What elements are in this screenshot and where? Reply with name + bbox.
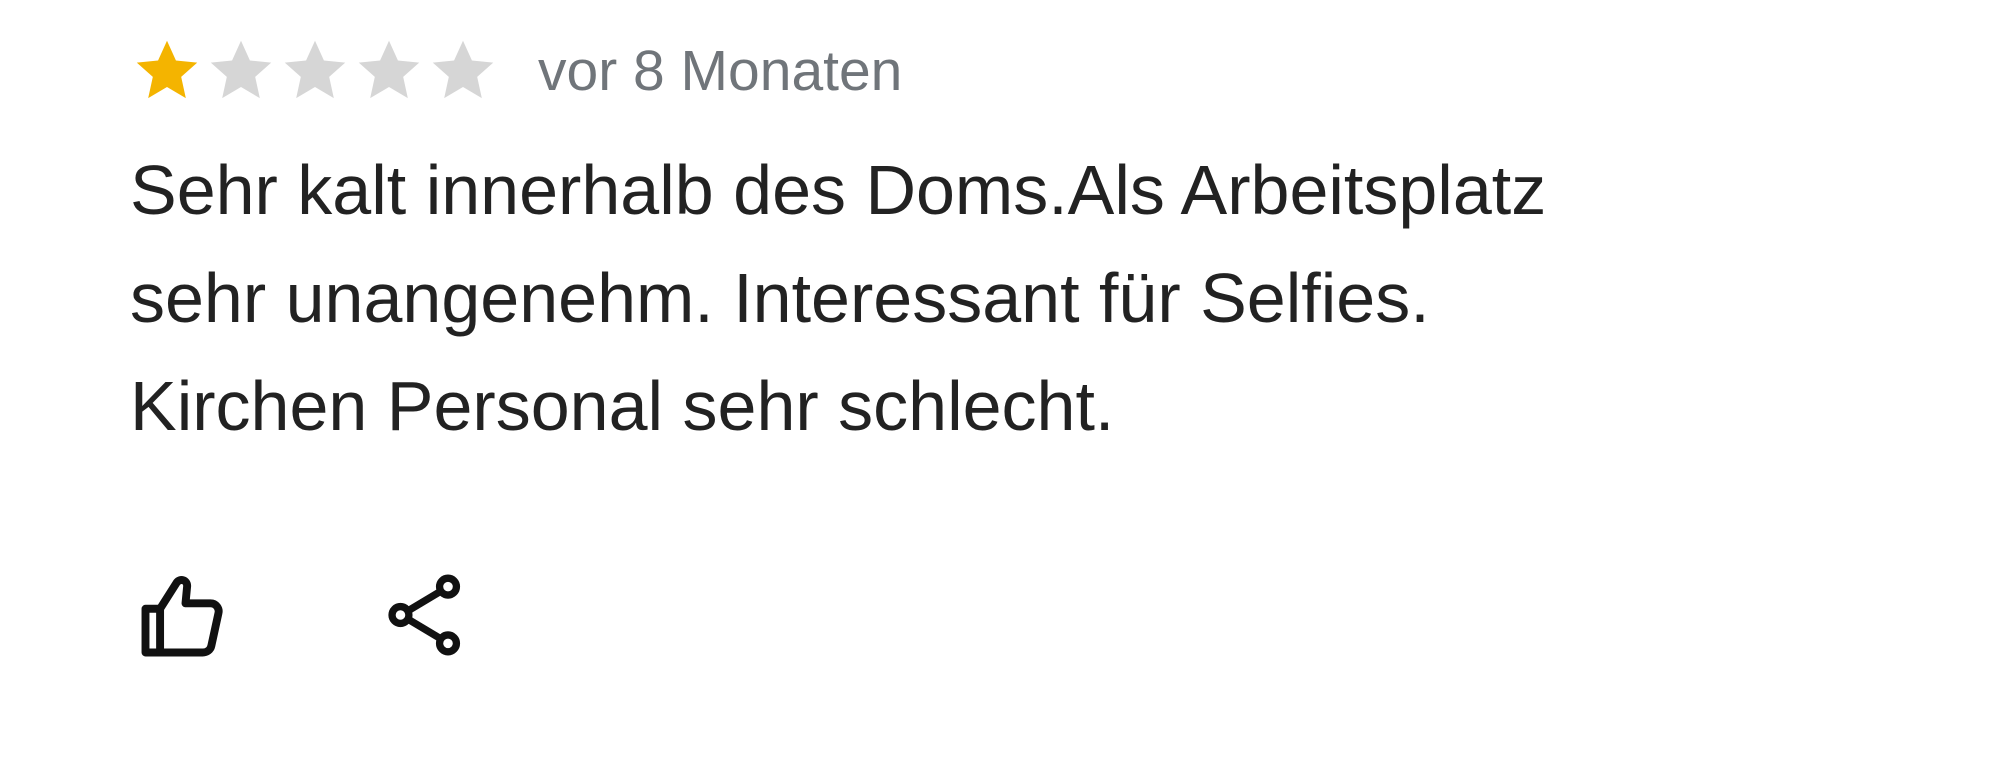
review-text-line: sehr unangenehm. Interessant für Selfies…	[130, 259, 1430, 337]
review-text: Sehr kalt innerhalb des Doms.Als Arbeits…	[130, 136, 1830, 460]
star-empty-icon	[426, 34, 500, 108]
review-text-line: Kirchen Personal sehr schlecht.	[130, 367, 1115, 445]
star-filled-icon	[130, 34, 204, 108]
share-icon	[388, 574, 461, 656]
thumbs-up-icon	[141, 576, 223, 657]
rating-row: vor 8 Monaten	[130, 33, 902, 109]
star-empty-icon	[278, 34, 352, 108]
review-card: vor 8 Monaten Sehr kalt innerhalb des Do…	[130, 0, 1910, 776]
star-rating	[130, 33, 500, 109]
like-button[interactable]	[128, 560, 238, 670]
share-button[interactable]	[370, 560, 480, 670]
review-date: vor 8 Monaten	[538, 39, 903, 103]
star-empty-icon	[204, 34, 278, 108]
star-empty-icon	[352, 34, 426, 108]
review-text-line: Sehr kalt innerhalb des Doms.Als Arbeits…	[130, 151, 1547, 229]
